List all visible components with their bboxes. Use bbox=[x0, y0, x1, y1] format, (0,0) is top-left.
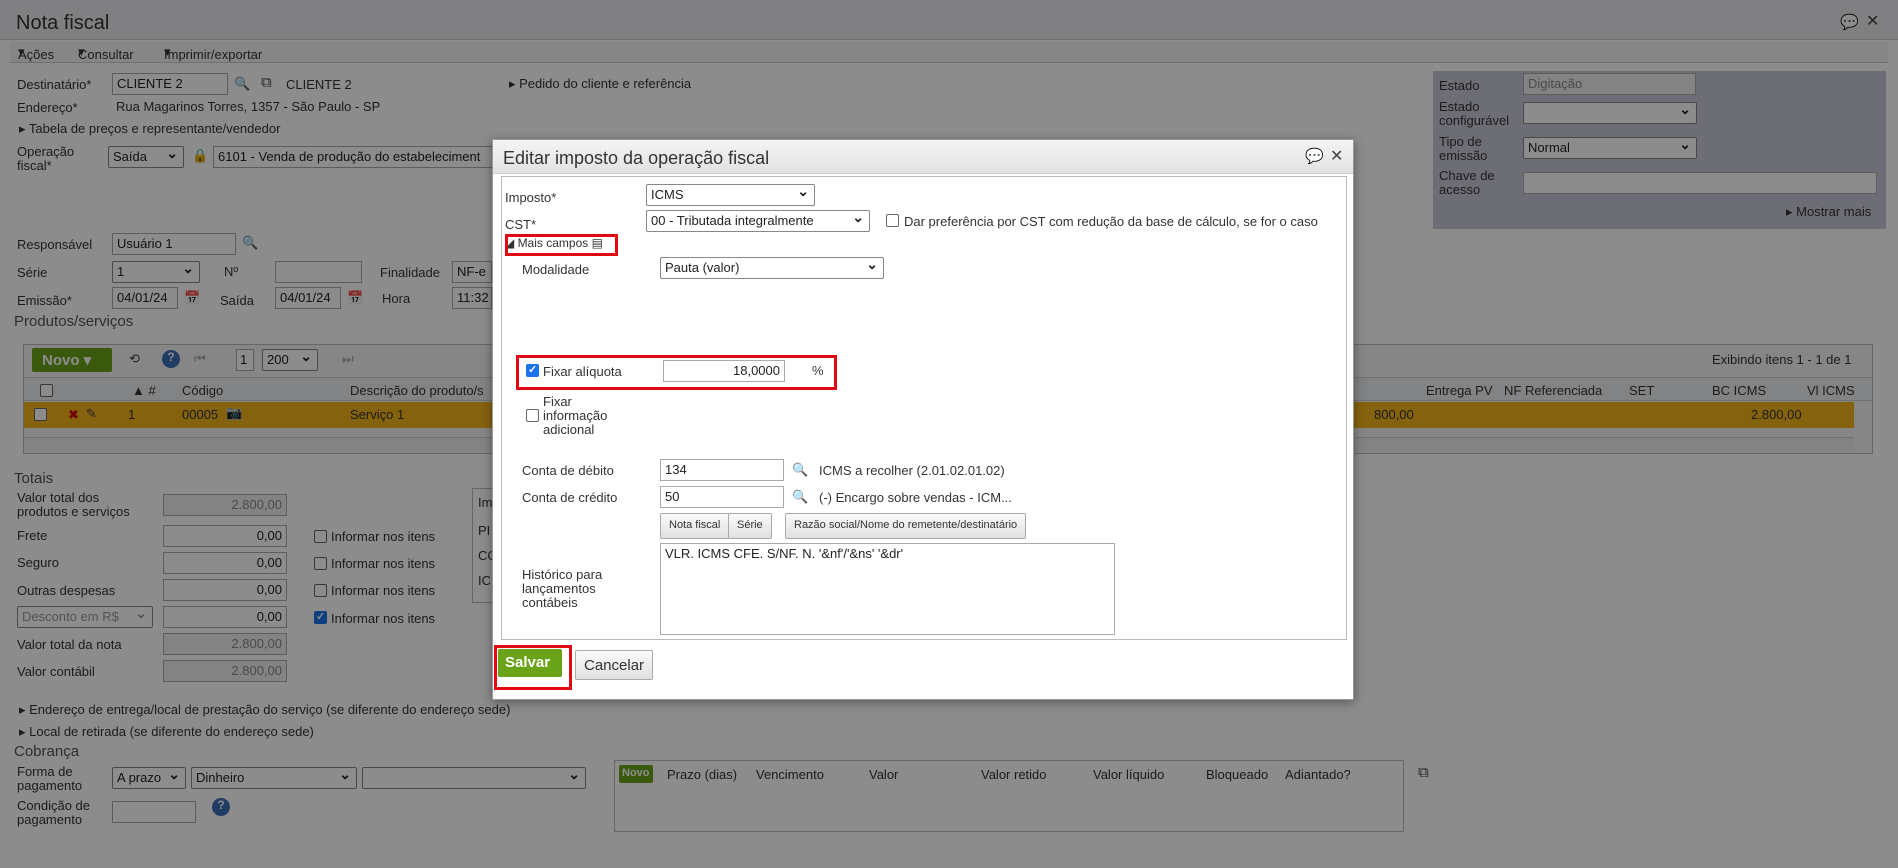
cst-select[interactable]: 00 - Tributada integralmente bbox=[646, 210, 870, 232]
imposto-label: Imposto* bbox=[505, 190, 557, 205]
conta-debito-label: Conta de débito bbox=[522, 463, 614, 478]
comment-icon[interactable]: 💬 bbox=[1305, 147, 1324, 165]
historico-textarea[interactable]: VLR. ICMS CFE. S/NF. N. '&nf'/'&ns' '&dr… bbox=[660, 543, 1115, 635]
modalidade-select[interactable]: Pauta (valor) bbox=[660, 257, 884, 279]
serie-button[interactable]: Série bbox=[728, 513, 772, 539]
modalidade-label: Modalidade bbox=[522, 262, 590, 277]
cancelar-button[interactable]: Cancelar bbox=[575, 650, 654, 680]
fixar-info-label: Fixar informação adicional bbox=[543, 394, 608, 437]
dialog-header: Editar imposto da operação fiscal 💬 ✕ bbox=[493, 140, 1353, 174]
conta-credito-label: Conta de crédito bbox=[522, 490, 618, 505]
imposto-select[interactable]: ICMS bbox=[646, 184, 815, 206]
salvar-highlight bbox=[494, 645, 572, 690]
search-icon[interactable]: 🔍 bbox=[792, 489, 808, 505]
editar-imposto-dialog: Editar imposto da operação fiscal 💬 ✕ Im… bbox=[492, 139, 1354, 700]
search-icon[interactable]: 🔍 bbox=[792, 462, 808, 478]
close-icon[interactable]: ✕ bbox=[1330, 146, 1343, 166]
fixar-info-checkbox[interactable] bbox=[526, 409, 539, 422]
cst-preferencia-checkbox[interactable] bbox=[886, 214, 899, 227]
cst-label: CST* bbox=[505, 217, 537, 232]
conta-debito-input[interactable]: 134 bbox=[660, 459, 784, 481]
dialog-title: Editar imposto da operação fiscal bbox=[503, 148, 770, 168]
conta-credito-input[interactable]: 50 bbox=[660, 486, 784, 508]
mais-campos-highlight bbox=[505, 234, 618, 256]
razao-social-button[interactable]: Razão social/Nome do remetente/destinatá… bbox=[785, 513, 1027, 539]
aliquota-highlight bbox=[516, 355, 837, 390]
conta-credito-desc: (-) Encargo sobre vendas - ICM... bbox=[819, 490, 1012, 505]
dialog-body: Imposto* ICMS CST* 00 - Tributada integr… bbox=[501, 176, 1347, 640]
conta-debito-desc: ICMS a recolher (2.01.02.01.02) bbox=[819, 463, 1005, 478]
historico-label: Histórico para lançamentos contábeis bbox=[522, 567, 603, 610]
cst-preferencia-label: Dar preferência por CST com redução da b… bbox=[904, 214, 1318, 229]
nota-fiscal-button[interactable]: Nota fiscal bbox=[660, 513, 730, 539]
